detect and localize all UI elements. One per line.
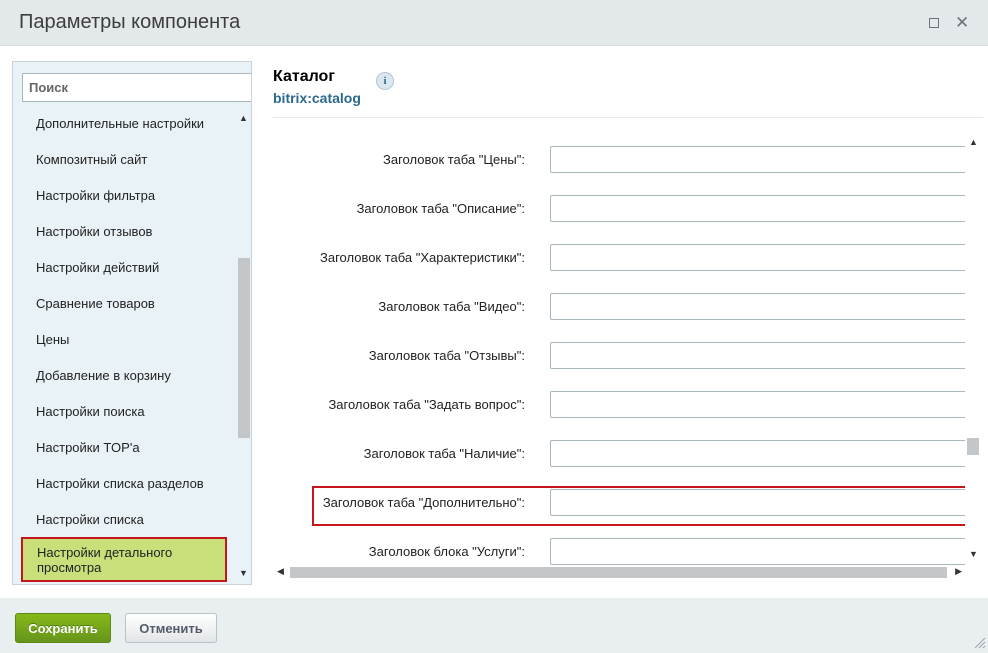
- field-label-description-tab: Заголовок таба "Описание":: [356, 201, 525, 216]
- search-box: [22, 73, 251, 102]
- video-tab-title-input[interactable]: [550, 293, 965, 320]
- scroll-up-icon[interactable]: ▲: [969, 137, 978, 147]
- sidebar-item-composite-site[interactable]: Композитный сайт: [36, 152, 147, 168]
- search-input[interactable]: [23, 74, 251, 101]
- availability-tab-title-input[interactable]: [550, 440, 965, 467]
- field-label-services-block: Заголовок блока "Услуги":: [368, 544, 525, 559]
- dialog-titlebar: Параметры компонента ✕: [0, 0, 988, 46]
- sidebar-scrollbar[interactable]: ▲ ▼: [237, 106, 251, 584]
- info-icon[interactable]: i: [376, 72, 394, 90]
- description-tab-title-input[interactable]: [550, 195, 965, 222]
- field-label-ask-question-tab: Заголовок таба "Задать вопрос":: [328, 397, 525, 412]
- form-vertical-scroll-thumb[interactable]: [967, 438, 979, 455]
- form-horizontal-scrollbar[interactable]: ◀ ▶: [275, 565, 964, 580]
- additional-tab-title-input[interactable]: [550, 489, 965, 516]
- sidebar-item-filter-settings[interactable]: Настройки фильтра: [36, 188, 155, 204]
- save-button[interactable]: Сохранить: [15, 613, 111, 643]
- component-title: Каталог: [273, 68, 335, 85]
- sidebar-scroll-thumb[interactable]: [238, 258, 250, 438]
- sidebar-item-additional-settings[interactable]: Дополнительные настройки: [36, 116, 204, 132]
- sidebar-item-prices[interactable]: Цены: [36, 332, 69, 348]
- field-label-prices-tab: Заголовок таба "Цены":: [383, 152, 525, 167]
- parameters-form: Заголовок таба "Цены": Заголовок таба "О…: [273, 135, 965, 567]
- field-label-reviews-tab: Заголовок таба "Отзывы":: [368, 348, 525, 363]
- scroll-right-icon[interactable]: ▶: [955, 566, 962, 577]
- dialog-footer: Сохранить Отменить: [0, 598, 988, 653]
- properties-tab-title-input[interactable]: [550, 244, 965, 271]
- prices-tab-title-input[interactable]: [550, 146, 965, 173]
- close-icon[interactable]: ✕: [955, 12, 969, 34]
- component-header: Каталог bitrix:catalog: [273, 68, 361, 106]
- field-label-additional-tab: Заголовок таба "Дополнительно":: [322, 495, 525, 510]
- form-vertical-scrollbar[interactable]: ▲ ▼: [966, 135, 980, 565]
- sidebar-item-detail-view-settings[interactable]: Настройки детального просмотра: [21, 537, 227, 582]
- form-horizontal-scroll-thumb[interactable]: [290, 567, 947, 578]
- cancel-button[interactable]: Отменить: [125, 613, 217, 643]
- sidebar-item-search-settings[interactable]: Настройки поиска: [36, 404, 145, 420]
- ask-question-tab-title-input[interactable]: [550, 391, 965, 418]
- scroll-up-icon[interactable]: ▲: [239, 113, 248, 123]
- field-label-video-tab: Заголовок таба "Видео":: [378, 299, 525, 314]
- sidebar-item-top-settings[interactable]: Настройки TOP'а: [36, 440, 140, 456]
- sidebar-item-product-compare[interactable]: Сравнение товаров: [36, 296, 155, 312]
- scroll-down-icon[interactable]: ▼: [969, 549, 978, 559]
- sidebar-item-review-settings[interactable]: Настройки отзывов: [36, 224, 152, 240]
- field-label-properties-tab: Заголовок таба "Характеристики":: [320, 250, 525, 265]
- settings-sidebar: Дополнительные настройки Композитный сай…: [12, 61, 252, 585]
- component-code: bitrix:catalog: [273, 90, 361, 106]
- dialog-body: Дополнительные настройки Композитный сай…: [0, 46, 988, 598]
- scroll-left-icon[interactable]: ◀: [277, 566, 284, 577]
- resize-handle-icon[interactable]: [972, 635, 986, 649]
- dialog-title: Параметры компонента: [19, 11, 241, 33]
- header-divider: [273, 117, 983, 118]
- sidebar-item-section-list-settings[interactable]: Настройки списка разделов: [36, 476, 204, 492]
- services-block-title-input[interactable]: [550, 538, 965, 565]
- field-label-availability-tab: Заголовок таба "Наличие":: [363, 446, 525, 461]
- sidebar-item-add-to-cart[interactable]: Добавление в корзину: [36, 368, 171, 384]
- sidebar-item-action-settings[interactable]: Настройки действий: [36, 260, 159, 276]
- maximize-icon[interactable]: [929, 18, 939, 28]
- scroll-down-icon[interactable]: ▼: [239, 568, 248, 578]
- sidebar-item-list-settings[interactable]: Настройки списка: [36, 512, 144, 528]
- reviews-tab-title-input[interactable]: [550, 342, 965, 369]
